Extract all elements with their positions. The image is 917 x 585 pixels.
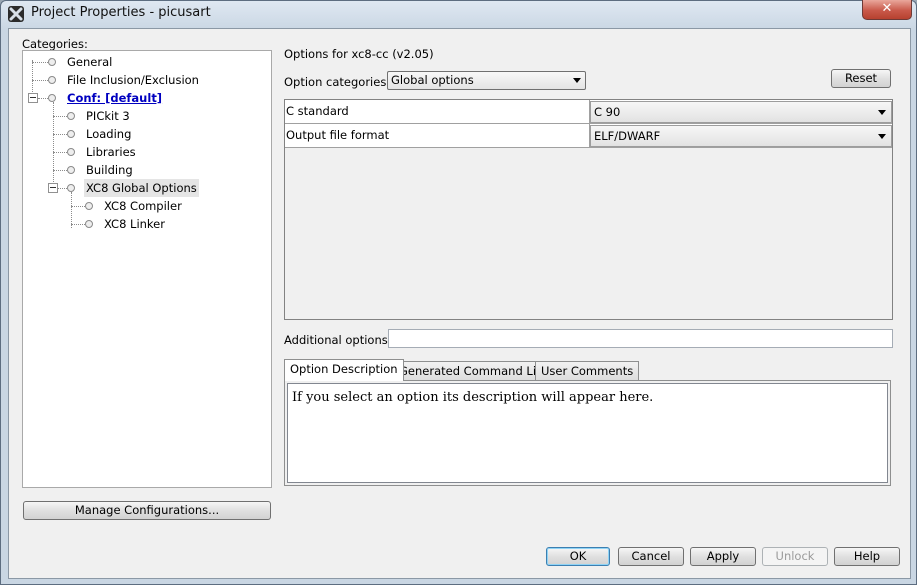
tree-item-libraries[interactable]: Libraries: [23, 143, 263, 161]
tree-item-label: Loading: [86, 127, 132, 141]
manage-configurations-button[interactable]: Manage Configurations...: [23, 501, 271, 520]
tree-item-conf[interactable]: Conf: [default]: [23, 89, 263, 107]
node-icon: [48, 94, 56, 102]
tree-item-label: XC8 Global Options: [84, 179, 199, 197]
option-value: ELF/DWARF: [594, 129, 661, 143]
additional-options-label: Additional options:: [284, 333, 392, 347]
window-title: Project Properties - picusart: [31, 5, 211, 20]
tree-item-label: Libraries: [86, 145, 136, 159]
option-name: C standard: [285, 100, 590, 123]
tree-item-label: Conf: [default]: [67, 91, 163, 105]
collapse-icon[interactable]: [28, 93, 38, 103]
tree-item-xc8-linker[interactable]: XC8 Linker: [23, 215, 263, 233]
tree-item-label: File Inclusion/Exclusion: [67, 73, 199, 87]
tab-option-description[interactable]: Option Description: [284, 359, 404, 381]
category-tree[interactable]: General File Inclusion/Exclusion Conf: […: [22, 50, 272, 488]
tree-item-pickit3[interactable]: PICkit 3: [23, 107, 263, 125]
option-categories-value: Global options: [391, 73, 474, 87]
tab-user-comments[interactable]: User Comments: [535, 361, 640, 381]
tree-item-file-inclusion[interactable]: File Inclusion/Exclusion: [23, 71, 263, 89]
title-bar[interactable]: Project Properties - picusart ✕: [0, 0, 917, 28]
apply-button[interactable]: Apply: [690, 547, 756, 566]
node-icon: [67, 166, 75, 174]
node-icon: [67, 112, 75, 120]
tree-item-label: Building: [86, 163, 133, 177]
close-icon: ✕: [881, 1, 893, 16]
option-value: C 90: [594, 105, 621, 119]
tree-item-xc8-compiler[interactable]: XC8 Compiler: [23, 197, 263, 215]
option-description-box: If you select an option its description …: [287, 383, 888, 483]
tab-panel: If you select an option its description …: [284, 380, 891, 486]
chevron-down-icon: [878, 134, 886, 139]
unlock-button[interactable]: Unlock: [762, 547, 828, 566]
ok-button[interactable]: OK: [546, 547, 610, 566]
reset-button[interactable]: Reset: [831, 69, 891, 88]
option-description-text: If you select an option its description …: [292, 390, 654, 405]
close-button[interactable]: ✕: [862, 0, 912, 20]
option-categories-select[interactable]: Global options: [387, 71, 586, 90]
tree-item-general[interactable]: General: [23, 53, 263, 71]
categories-label: Categories:: [22, 37, 88, 51]
tree-item-xc8-global-options[interactable]: XC8 Global Options: [23, 179, 263, 197]
option-value-select[interactable]: ELF/DWARF: [590, 125, 892, 147]
tree-item-label: XC8 Compiler: [104, 199, 182, 213]
tree-item-label: General: [67, 55, 113, 69]
tree-item-building[interactable]: Building: [23, 161, 263, 179]
chevron-down-icon: [573, 78, 581, 83]
node-icon: [67, 184, 75, 192]
node-icon: [67, 148, 75, 156]
tree-item-loading[interactable]: Loading: [23, 125, 263, 143]
collapse-icon[interactable]: [48, 183, 58, 193]
tab-generated-command-line[interactable]: Generated Command Line: [393, 361, 557, 381]
option-row-output-format[interactable]: Output file format ELF/DWARF: [285, 124, 892, 148]
node-icon: [48, 58, 56, 66]
options-header: Options for xc8-cc (v2.05): [284, 47, 434, 61]
option-name: Output file format: [285, 124, 590, 147]
help-button[interactable]: Help: [834, 547, 900, 566]
cancel-button[interactable]: Cancel: [618, 547, 684, 566]
option-categories-label: Option categories:: [284, 75, 391, 89]
node-icon: [85, 220, 93, 228]
chevron-down-icon: [878, 110, 886, 115]
options-table: C standard C 90 Output file format ELF/D…: [284, 99, 893, 320]
tree-item-label: XC8 Linker: [104, 217, 165, 231]
option-row-c-standard[interactable]: C standard C 90: [285, 100, 892, 124]
node-icon: [85, 202, 93, 210]
option-value-select[interactable]: C 90: [590, 101, 892, 123]
additional-options-input[interactable]: [388, 329, 893, 348]
node-icon: [48, 76, 56, 84]
node-icon: [67, 130, 75, 138]
tree-item-label: PICkit 3: [86, 109, 130, 123]
app-icon: [8, 6, 24, 22]
